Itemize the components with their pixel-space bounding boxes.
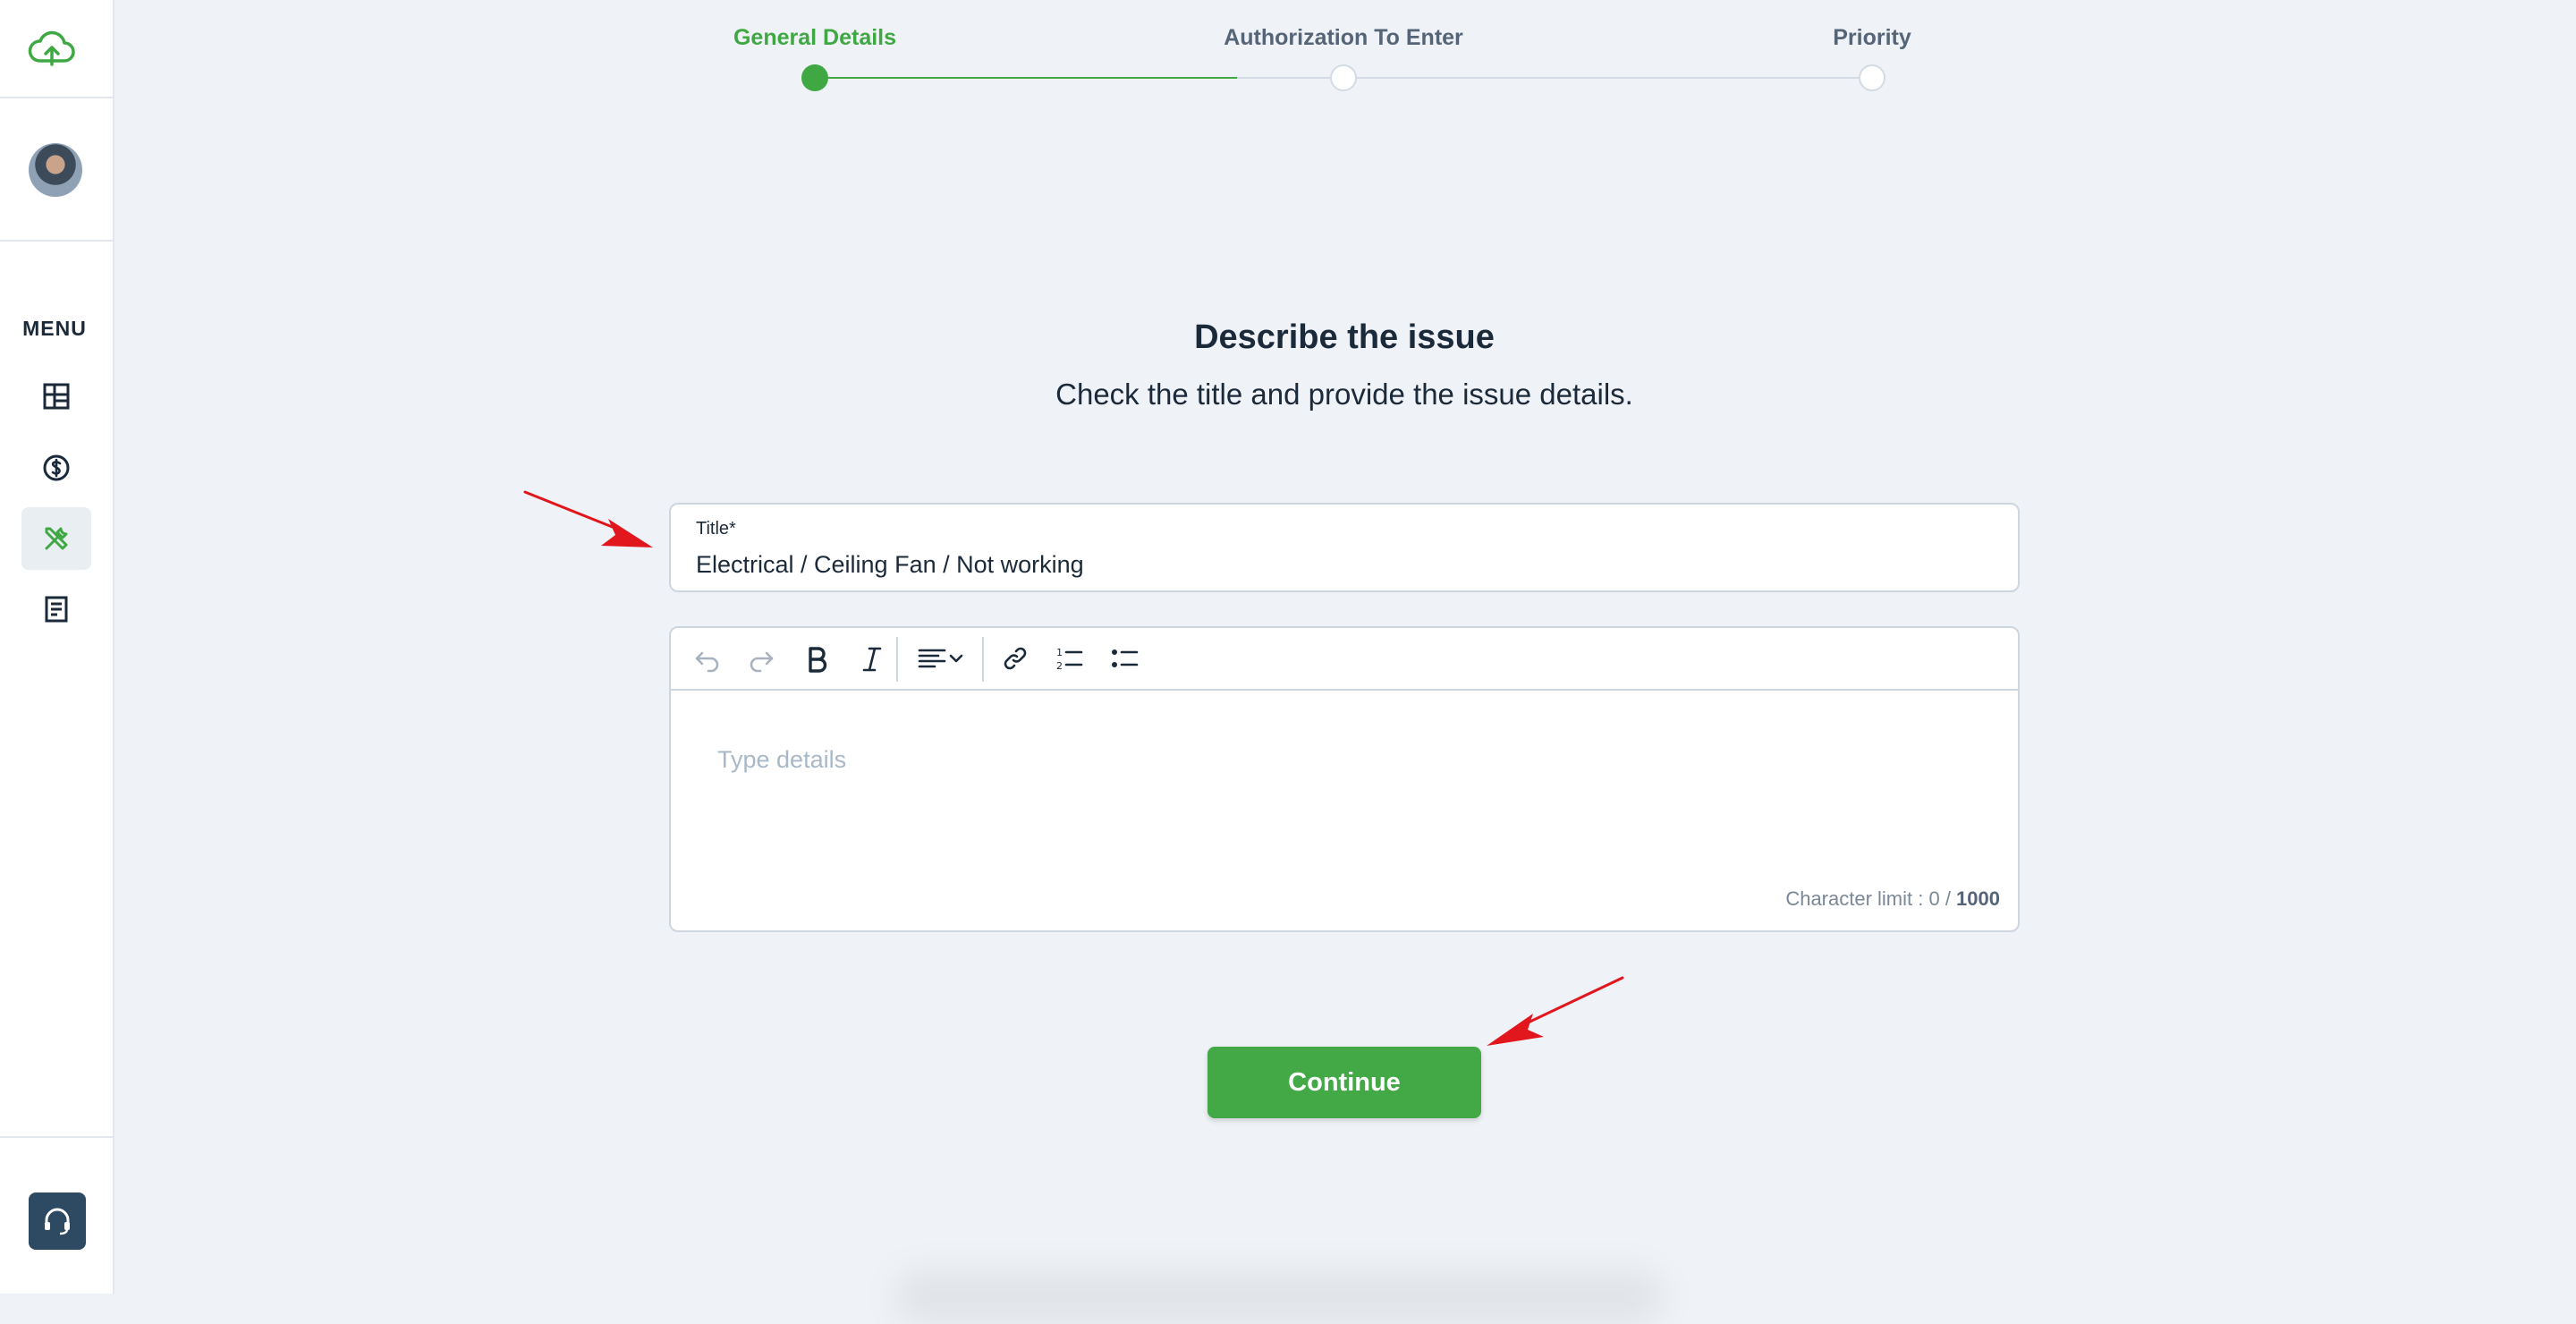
align-dropdown[interactable] <box>905 639 977 678</box>
character-limit: Character limit : 0 / 1000 <box>1785 887 2000 911</box>
details-placeholder[interactable]: Type details <box>717 746 846 774</box>
sidebar: MENU <box>0 0 114 1294</box>
link-button[interactable] <box>991 639 1039 678</box>
tools-icon <box>45 527 68 550</box>
bullet-list-icon <box>1112 649 1139 667</box>
chevron-down-icon <box>949 654 963 663</box>
toolbar-separator <box>982 637 984 682</box>
title-field-value[interactable]: Electrical / Ceiling Fan / Not working <box>696 551 1084 579</box>
headset-icon <box>45 1208 70 1235</box>
step-authorization-label[interactable]: Authorization To Enter <box>1224 25 1463 51</box>
toolbar-separator <box>896 637 898 682</box>
sidebar-item-payments[interactable] <box>21 437 91 499</box>
step-priority-label[interactable]: Priority <box>1833 25 1911 51</box>
undo-button[interactable] <box>683 639 732 678</box>
bullet-list-button[interactable] <box>1100 639 1148 678</box>
bold-button[interactable] <box>792 639 841 678</box>
menu-label: MENU <box>22 317 87 340</box>
page-subtitle: Check the title and provide the issue de… <box>1055 378 1633 411</box>
italic-button[interactable] <box>848 639 896 678</box>
redo-button[interactable] <box>737 639 785 678</box>
dollar-icon <box>43 454 70 481</box>
bold-icon <box>809 647 827 673</box>
title-field-label: Title* <box>696 519 736 539</box>
support-button[interactable] <box>29 1192 86 1250</box>
step-general-details-label[interactable]: General Details <box>733 25 896 51</box>
annotation-arrow-icon <box>1487 976 1624 1046</box>
dashboard-icon <box>43 383 70 410</box>
page-title: Describe the issue <box>1194 318 1495 356</box>
sidebar-divider <box>0 240 113 242</box>
continue-button[interactable]: Continue <box>1208 1047 1481 1118</box>
annotation-arrow-icon <box>523 490 653 547</box>
italic-icon <box>862 647 882 672</box>
document-icon <box>45 596 68 623</box>
redo-icon <box>750 651 774 673</box>
svg-text:1: 1 <box>1056 647 1063 658</box>
step-general-details-dot[interactable] <box>801 64 828 91</box>
sidebar-item-maintenance[interactable] <box>21 507 91 570</box>
sidebar-item-dashboard[interactable] <box>21 365 91 428</box>
sidebar-divider <box>0 1136 113 1138</box>
avatar[interactable] <box>29 143 82 197</box>
ordered-list-button[interactable]: 12 <box>1045 639 1093 678</box>
link-icon <box>1004 647 1027 670</box>
title-field[interactable]: Title* Electrical / Ceiling Fan / Not wo… <box>669 503 2020 592</box>
step-priority-dot[interactable] <box>1859 64 1885 91</box>
cloud-upload-logo-icon[interactable] <box>27 25 77 75</box>
editor-toolbar: 12 <box>671 628 2018 691</box>
sidebar-item-documents[interactable] <box>21 578 91 641</box>
character-limit-prefix: Character limit : 0 / <box>1785 887 1957 910</box>
undo-icon <box>695 651 719 673</box>
step-authorization-dot[interactable] <box>1330 64 1357 91</box>
ordered-list-icon: 12 <box>1056 647 1083 672</box>
details-editor[interactable]: 12 Type details Character limit : 0 / 10… <box>669 626 2020 932</box>
step-progress-line <box>815 77 1237 79</box>
bottom-shadow <box>894 1270 1664 1324</box>
align-left-icon <box>918 649 946 668</box>
svg-text:2: 2 <box>1056 660 1063 672</box>
character-limit-max: 1000 <box>1956 887 2000 910</box>
sidebar-divider <box>0 97 113 98</box>
